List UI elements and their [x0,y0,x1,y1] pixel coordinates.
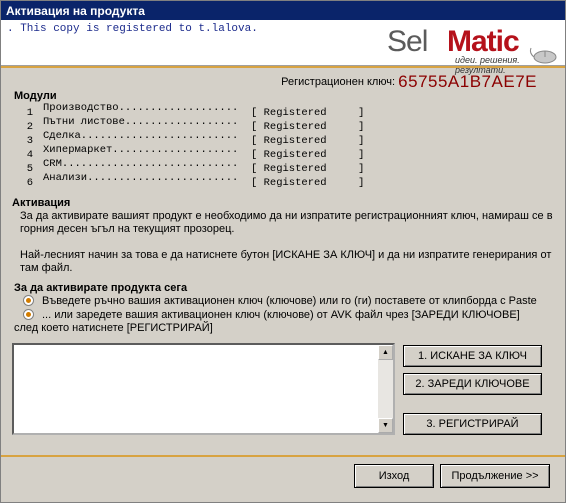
option-load-file: ... или заредете вашия активационен ключ… [23,309,520,322]
option-load-file-continued: след което натиснете [РЕГИСТРИРАЙ] [14,322,213,334]
request-key-button[interactable]: 1. ИСКАНЕ ЗА КЛЮЧ [403,345,542,367]
module-name: Сделка......................... [43,130,239,142]
module-number: 6 [26,177,33,189]
registration-key-label: Регистрационен ключ: [281,76,396,88]
modules-list: 1 Производство...................[ Regist… [15,101,391,189]
module-name: Анализи........................ [43,172,239,184]
activation-paragraph-2: Най-лесният начин за това е да натиснете… [20,249,552,274]
activation-title: Активация [12,197,71,209]
activate-now-title: За да активирате продукта сега [14,282,188,294]
bottom-divider [1,455,565,457]
module-name: CRM............................ [43,158,239,170]
window-title: Активация на продукта [6,4,145,18]
registered-to-text: . This copy is registered to t.lalova. [7,23,258,35]
banner: . This copy is registered to t.lalova. S… [1,20,565,75]
module-row: 5 CRM............................[ Regist… [15,157,391,175]
option-manual-entry: Въведете ръчно вашия активационен ключ (… [23,295,537,308]
title-bar: Активация на продукта [1,1,565,20]
vertical-scrollbar[interactable]: ▲ ▼ [378,345,393,433]
activation-dialog: Активация на продукта . This copy is reg… [0,0,566,503]
continue-button[interactable]: Продължение >> [440,464,550,488]
module-row: 3 Сделка.........................[ Regist… [15,129,391,147]
module-row: 1 Производство...................[ Regist… [15,101,391,119]
top-divider [1,66,565,68]
register-button[interactable]: 3. РЕГИСТРИРАЙ [403,413,542,435]
selmatic-logo: Sel Matic идеи. решения. резултати. [387,23,563,75]
scroll-down-button[interactable]: ▼ [378,418,393,433]
registration-key-row: Регистрационен ключ: 65755A1B7AE7E [281,72,537,92]
activation-paragraph-1: За да активирате вашият продукт е необхо… [20,210,553,235]
module-row: 6 Анализи........................ [ Regist… [15,171,391,189]
module-row: 2 Пътни листове..................[ Regist… [15,115,391,133]
module-status: [ Registered ] [251,177,365,189]
logo-sel-text: Sel [387,25,428,58]
module-row: 4 Хипермаркет....................[ Regist… [15,143,391,161]
module-name: Хипермаркет.................... [43,144,239,156]
module-name: Производство................... [43,102,239,114]
radio-bullet-icon [23,295,34,306]
load-keys-button[interactable]: 2. ЗАРЕДИ КЛЮЧОВЕ [403,373,542,395]
scroll-up-button[interactable]: ▲ [378,345,393,360]
activation-key-input[interactable]: ▲ ▼ [12,343,395,435]
option-load-file-label: ... или заредете вашия активационен ключ… [42,309,520,321]
mouse-icon [529,47,557,64]
radio-bullet-icon [23,309,34,320]
exit-button[interactable]: Изход [354,464,434,488]
module-name: Пътни листове.................. [43,116,239,128]
registration-key-value: 65755A1B7AE7E [398,72,537,91]
logo-matic-text: Matic [447,25,520,58]
option-manual-entry-label: Въведете ръчно вашия активационен ключ (… [42,295,537,307]
